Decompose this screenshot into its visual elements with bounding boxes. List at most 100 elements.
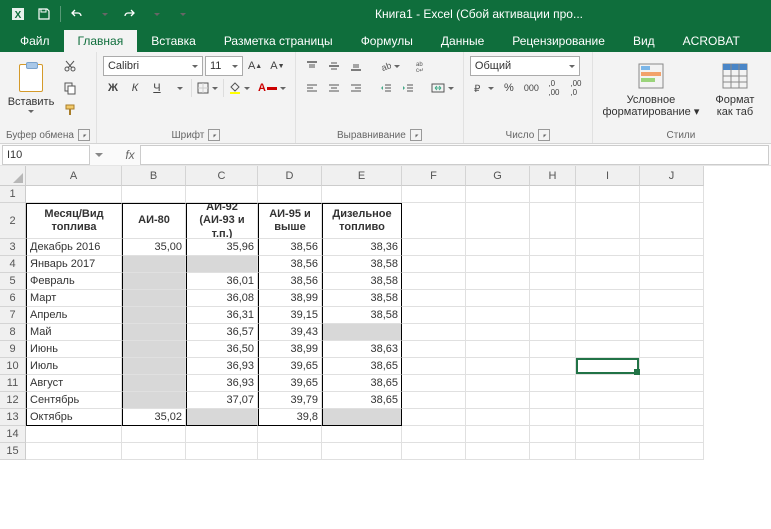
cell[interactable] [466,443,530,460]
cell[interactable] [530,392,576,409]
cell[interactable] [640,273,704,290]
font-color-button[interactable]: A [255,78,289,98]
cell[interactable] [402,375,466,392]
cell[interactable] [122,256,186,273]
cell[interactable] [530,409,576,426]
cell[interactable]: Июль [26,358,122,375]
qat-customize[interactable] [169,3,193,25]
redo-icon[interactable] [117,3,141,25]
cell[interactable] [466,239,530,256]
cell[interactable] [466,358,530,375]
row-header[interactable]: 3 [0,239,26,256]
undo-icon[interactable] [65,3,89,25]
font-launcher[interactable] [208,129,220,141]
cell[interactable]: 39,43 [258,324,322,341]
increase-decimal-button[interactable]: ,0,00 [544,78,564,98]
decrease-indent-button[interactable] [376,78,396,98]
cell[interactable]: АИ-80 [122,203,186,239]
redo-dropdown[interactable] [143,3,167,25]
underline-dropdown[interactable] [169,78,189,98]
cell[interactable] [640,375,704,392]
name-box-dropdown[interactable] [92,145,106,165]
cell[interactable] [466,273,530,290]
excel-icon[interactable]: X [6,3,30,25]
cell[interactable] [466,392,530,409]
cell[interactable] [576,307,640,324]
cell[interactable] [186,409,258,426]
cell[interactable] [640,307,704,324]
cell[interactable] [530,307,576,324]
cell[interactable] [466,290,530,307]
cell[interactable] [530,375,576,392]
tab-file[interactable]: Файл [6,30,64,52]
cell[interactable]: 35,96 [186,239,258,256]
cell[interactable] [530,203,576,239]
column-header[interactable]: D [258,166,322,186]
cell[interactable]: 36,08 [186,290,258,307]
cell[interactable]: Месяц/Вид топлива [26,203,122,239]
cell[interactable] [530,239,576,256]
cell[interactable] [530,186,576,203]
cell[interactable] [258,426,322,443]
cell[interactable] [322,186,402,203]
cell[interactable]: Май [26,324,122,341]
row-header[interactable]: 4 [0,256,26,273]
cell[interactable]: 36,31 [186,307,258,324]
number-format-select[interactable]: Общий [470,56,580,76]
cell[interactable] [466,186,530,203]
row-header[interactable]: 1 [0,186,26,203]
align-right-button[interactable] [346,78,366,98]
cell[interactable] [576,409,640,426]
cell[interactable]: 38,63 [322,341,402,358]
cell[interactable]: 38,99 [258,290,322,307]
cell[interactable] [576,426,640,443]
tab-page-layout[interactable]: Разметка страницы [210,30,347,52]
tab-acrobat[interactable]: ACROBAT [669,30,754,52]
decrease-font-button[interactable]: A▼ [267,56,287,76]
cell[interactable]: 36,93 [186,358,258,375]
cell[interactable]: 39,65 [258,358,322,375]
row-header[interactable]: 6 [0,290,26,307]
borders-button[interactable] [194,78,221,98]
cell[interactable] [576,443,640,460]
cell[interactable] [640,341,704,358]
cell[interactable]: 38,56 [258,273,322,290]
tab-insert[interactable]: Вставка [137,30,210,52]
cell[interactable] [466,375,530,392]
cell[interactable]: Декабрь 2016 [26,239,122,256]
cell[interactable] [122,273,186,290]
cell[interactable]: 39,79 [258,392,322,409]
row-header[interactable]: 8 [0,324,26,341]
cell[interactable]: 38,58 [322,290,402,307]
underline-button[interactable]: Ч [147,78,167,98]
cell[interactable]: 38,65 [322,375,402,392]
cell[interactable] [466,341,530,358]
row-header[interactable]: 12 [0,392,26,409]
cell[interactable]: 35,00 [122,239,186,256]
cell[interactable] [640,358,704,375]
cell[interactable] [402,307,466,324]
row-header[interactable]: 5 [0,273,26,290]
cell[interactable] [576,358,640,375]
save-icon[interactable] [32,3,56,25]
cell[interactable] [640,203,704,239]
cell[interactable] [530,256,576,273]
format-as-table-button[interactable]: Формат как таб [707,56,763,122]
fill-color-button[interactable] [226,78,253,98]
currency-button[interactable]: ₽ [470,78,497,98]
font-size-select[interactable]: 11 [205,56,243,76]
bold-button[interactable]: Ж [103,78,123,98]
cell[interactable] [402,341,466,358]
cell[interactable]: 39,65 [258,375,322,392]
cell[interactable]: 38,36 [322,239,402,256]
increase-font-button[interactable]: A▲ [245,56,265,76]
cell[interactable] [530,443,576,460]
cell[interactable] [322,443,402,460]
align-top-button[interactable] [302,56,322,76]
cell[interactable] [402,273,466,290]
fx-icon[interactable]: fx [120,148,140,162]
paste-button[interactable]: Вставить [6,56,56,122]
cell[interactable]: 35,02 [122,409,186,426]
undo-dropdown[interactable] [91,3,115,25]
column-header[interactable]: H [530,166,576,186]
